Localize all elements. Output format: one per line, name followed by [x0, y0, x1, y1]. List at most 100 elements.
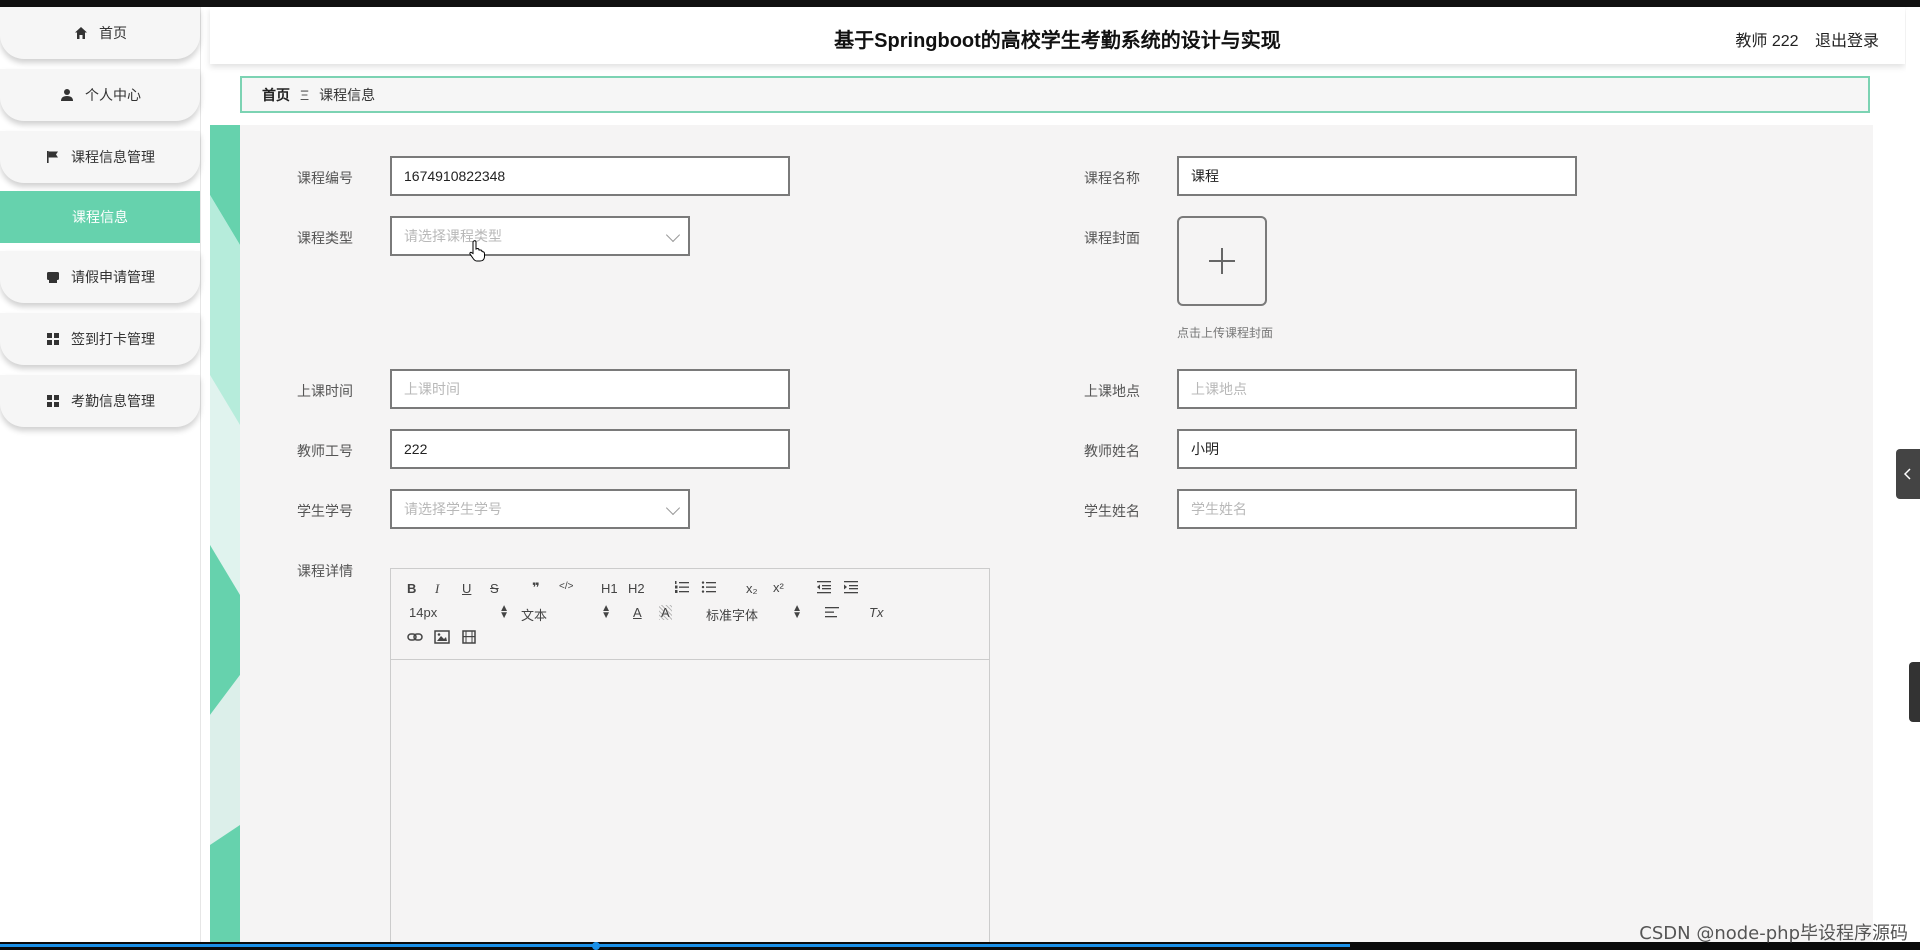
- rich-text-editor: B I U S ❞ </> H1 H2 x₂ x² 14px ▲ ▼ 文本 ▲ ▼ …: [390, 568, 990, 948]
- indent-icon[interactable]: [843, 580, 859, 597]
- font-size-value: 14px: [409, 605, 438, 620]
- sidebar-item-leave-management[interactable]: 请假申请管理: [0, 251, 200, 303]
- teacher-name-input[interactable]: 小明: [1177, 429, 1577, 469]
- class-time-input[interactable]: 上课时间: [390, 369, 790, 409]
- grid-icon: [45, 393, 61, 409]
- user-area: 教师 222 退出登录: [1735, 27, 1879, 51]
- editor-toolbar: B I U S ❞ </> H1 H2 x₂ x² 14px ▲ ▼ 文本 ▲ ▼ …: [391, 569, 989, 660]
- sidebar-item-course-management[interactable]: 课程信息管理: [0, 131, 200, 183]
- breadcrumb: 首页 Ξ 课程信息: [240, 76, 1870, 113]
- header2-button[interactable]: H2: [628, 581, 645, 596]
- sidebar-item-label: 请假申请管理: [71, 269, 155, 285]
- blockquote-button[interactable]: ❞: [532, 580, 540, 596]
- breadcrumb-separator: Ξ: [300, 86, 310, 103]
- course-type-placeholder: 请选择课程类型: [404, 228, 502, 244]
- chevron-down-icon: [665, 227, 681, 243]
- printer-icon: [45, 269, 61, 285]
- page-title: 基于Springboot的高校学生考勤系统的设计与实现: [834, 30, 1281, 52]
- sort-icon: ▲ ▼: [499, 603, 509, 621]
- decorative-stripe: [210, 125, 240, 942]
- side-widget-tab[interactable]: [1909, 662, 1920, 722]
- chevron-down-icon: [665, 500, 681, 516]
- sidebar-item-label: 考勤信息管理: [71, 393, 155, 409]
- window-top-edge: [0, 0, 1920, 7]
- flag-icon: [45, 149, 61, 165]
- cover-upload-hint: 点击上传课程封面: [1177, 326, 1274, 340]
- course-no-input[interactable]: 1674910822348: [390, 156, 790, 196]
- student-no-placeholder: 请选择学生学号: [404, 501, 502, 517]
- align-left-icon[interactable]: [824, 605, 840, 622]
- bullet-list-icon[interactable]: [701, 580, 717, 597]
- course-name-label: 课程名称: [1084, 170, 1140, 186]
- class-place-input[interactable]: 上课地点: [1177, 369, 1577, 409]
- sidebar-item-label: 首页: [99, 25, 127, 41]
- sidebar: 首页 个人中心 课程信息管理 课程信息 请假申请管理 签到打卡管理 考勤信息管理: [0, 7, 201, 942]
- bold-button[interactable]: B: [407, 581, 416, 596]
- watermark: CSDN @node-php毕设程序源码: [1639, 923, 1908, 944]
- outdent-icon[interactable]: [816, 580, 832, 597]
- teacher-no-label: 教师工号: [297, 443, 353, 459]
- sidebar-item-checkin-management[interactable]: 签到打卡管理: [0, 313, 200, 365]
- background-color-button[interactable]: A: [659, 605, 672, 620]
- chevron-left-icon: [1903, 468, 1911, 480]
- grid-icon: [45, 331, 61, 347]
- sidebar-item-profile[interactable]: 个人中心: [0, 69, 200, 121]
- teacher-name-label: 教师姓名: [1084, 443, 1140, 459]
- student-name-label: 学生姓名: [1084, 503, 1140, 519]
- text-color-button[interactable]: A: [633, 605, 642, 620]
- sidebar-item-label: 个人中心: [85, 87, 141, 103]
- breadcrumb-home[interactable]: 首页: [262, 85, 290, 105]
- progress-fill: [0, 944, 1350, 947]
- sort-icon: ▲ ▼: [792, 603, 802, 621]
- logout-link[interactable]: 退出登录: [1815, 33, 1879, 50]
- image-icon[interactable]: [434, 630, 450, 647]
- course-name-input[interactable]: 课程: [1177, 156, 1577, 196]
- superscript-button[interactable]: x²: [773, 580, 784, 595]
- course-no-label: 课程编号: [297, 170, 353, 186]
- header1-button[interactable]: H1: [601, 581, 618, 596]
- sidebar-item-label: 课程信息管理: [71, 149, 155, 165]
- cover-upload-button[interactable]: [1177, 216, 1267, 306]
- progress-handle[interactable]: [592, 942, 600, 950]
- breadcrumb-current: 课程信息: [319, 86, 376, 103]
- video-progress-bar: [0, 942, 1920, 950]
- link-icon[interactable]: [407, 630, 423, 647]
- sort-icon: ▲ ▼: [601, 603, 611, 621]
- teacher-no-input[interactable]: 222: [390, 429, 790, 469]
- plus-icon: [1209, 248, 1235, 274]
- sidebar-item-label: 签到打卡管理: [71, 331, 155, 347]
- sidebar-item-home[interactable]: 首页: [0, 7, 200, 59]
- clear-format-button[interactable]: Tx: [869, 605, 883, 620]
- student-name-input[interactable]: 学生姓名: [1177, 489, 1577, 529]
- user-icon: [59, 87, 75, 103]
- course-type-label: 课程类型: [297, 230, 353, 246]
- hand-cursor-icon: [469, 240, 485, 262]
- detail-label: 课程详情: [297, 563, 353, 579]
- home-icon: [73, 25, 89, 41]
- cover-label: 课程封面: [1084, 230, 1140, 246]
- student-no-select[interactable]: 请选择学生学号: [390, 489, 690, 529]
- header-select[interactable]: 文本 ▲ ▼: [521, 603, 611, 624]
- ordered-list-icon[interactable]: [674, 580, 690, 597]
- italic-button[interactable]: I: [435, 581, 439, 597]
- strike-button[interactable]: S: [490, 581, 499, 596]
- font-size-select[interactable]: 14px ▲ ▼: [409, 603, 509, 621]
- sidebar-item-course-info[interactable]: 课程信息: [0, 191, 200, 243]
- header-select-value: 文本: [521, 608, 548, 623]
- scrollbar[interactable]: [1906, 10, 1914, 768]
- underline-button[interactable]: U: [462, 581, 471, 596]
- video-icon[interactable]: [461, 630, 477, 647]
- user-label: 教师 222: [1735, 33, 1799, 50]
- student-no-label: 学生学号: [297, 503, 353, 519]
- sidebar-item-attendance-management[interactable]: 考勤信息管理: [0, 375, 200, 427]
- code-block-button[interactable]: </>: [559, 581, 573, 592]
- sidebar-item-label: 课程信息: [72, 209, 128, 225]
- side-collapse-button[interactable]: [1896, 449, 1920, 499]
- font-family-select[interactable]: 标准字体 ▲ ▼: [706, 603, 802, 624]
- class-time-label: 上课时间: [297, 383, 353, 399]
- course-type-select[interactable]: 请选择课程类型: [390, 216, 690, 256]
- header: 基于Springboot的高校学生考勤系统的设计与实现 教师 222 退出登录: [210, 7, 1905, 64]
- subscript-button[interactable]: x₂: [746, 581, 758, 596]
- class-place-label: 上课地点: [1084, 383, 1140, 399]
- font-family-value: 标准字体: [706, 608, 759, 623]
